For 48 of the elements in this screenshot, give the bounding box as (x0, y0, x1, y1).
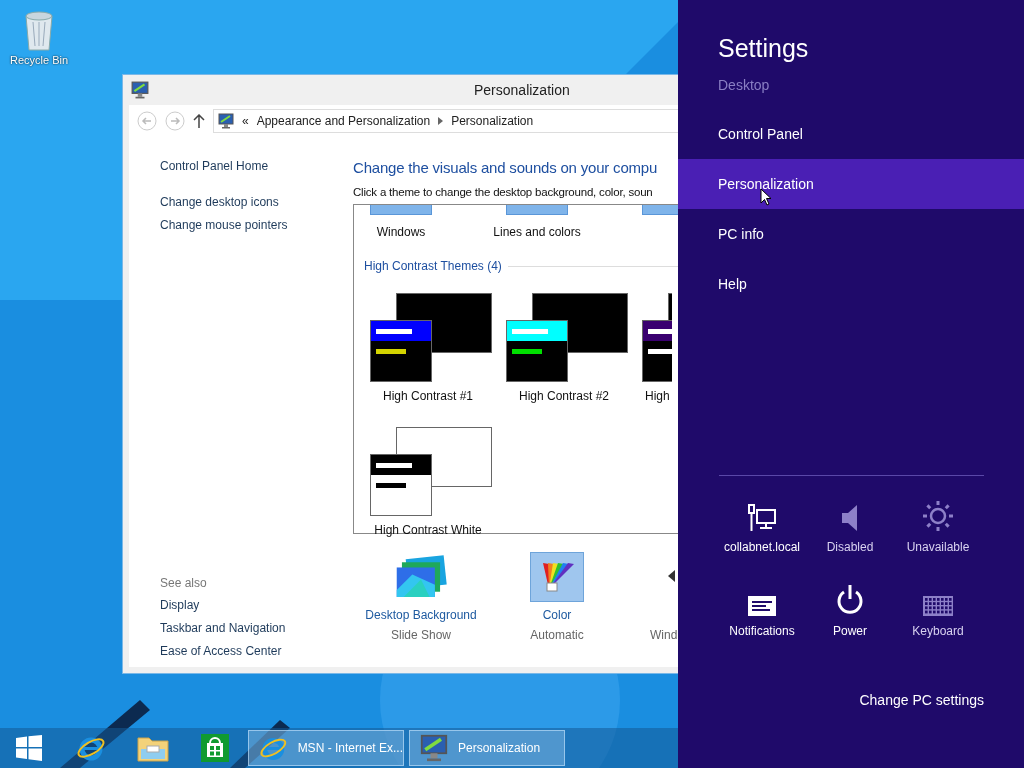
quick-setting-label[interactable]: collabnet.local (723, 540, 801, 554)
theme-label: Windows (376, 225, 426, 239)
see-also-label: See also (160, 576, 208, 590)
setting-link[interactable]: Color (542, 608, 572, 622)
setting-tile[interactable] (530, 552, 584, 602)
theme-label: High Contrast #1 (382, 389, 473, 403)
theme-thumbnail[interactable] (370, 205, 432, 215)
theme-label: High (644, 389, 670, 403)
sidebar-link[interactable]: Change mouse pointers (160, 218, 353, 232)
folder-icon[interactable] (137, 734, 169, 762)
setting-value: Wind (649, 628, 678, 642)
quick-setting-label[interactable]: Power (833, 624, 867, 638)
menu-item[interactable]: Help (678, 259, 1024, 309)
monitor-icon (218, 113, 234, 129)
monitor-icon (131, 81, 149, 99)
setting-value: Automatic (530, 628, 584, 642)
setting-link[interactable]: Desktop Background (365, 608, 477, 622)
panel-subtitle: Desktop (718, 77, 771, 93)
windows-logo-icon[interactable] (16, 735, 42, 761)
theme-label: High Contrast White (374, 523, 482, 537)
theme-thumbnail[interactable] (506, 205, 568, 215)
sidebar-link[interactable]: Taskbar and Navigation (160, 621, 353, 635)
breadcrumb[interactable]: Personalization (451, 114, 534, 128)
page-heading: Change the visuals and sounds on your compu (353, 159, 659, 176)
monitor-icon (420, 734, 448, 762)
menu-item[interactable]: PC info (678, 209, 1024, 259)
description: Click a theme to change the desktop background, color, soun (353, 186, 654, 198)
theme-label: High Contrast #2 (518, 389, 609, 403)
quick-setting-label[interactable]: Notifications (729, 624, 795, 638)
menu-item[interactable]: Control Panel (678, 109, 1024, 159)
chevron-icon (438, 117, 444, 125)
cursor-icon (760, 188, 772, 206)
sidebar-link[interactable]: Change desktop icons (160, 195, 353, 209)
up-arrow-icon[interactable] (193, 114, 205, 128)
sidebar-link[interactable]: Display (160, 598, 353, 612)
setting-value: Slide Show (390, 628, 451, 642)
sidebar-link[interactable]: Ease of Access Center (160, 644, 353, 658)
breadcrumb[interactable]: Appearance and Personalization (256, 114, 431, 128)
panel-title: Settings (718, 34, 810, 63)
breadcrumb-overflow[interactable]: « (242, 114, 249, 128)
theme-label: Lines and colors (493, 225, 581, 239)
address-bar[interactable]: « Appearance and Personalization Personalization (213, 109, 678, 133)
menu-item[interactable]: Personalization (678, 159, 1024, 209)
settings-link[interactable]: Change PC settings (859, 692, 984, 708)
sidebar-link[interactable]: Control Panel Home (160, 159, 353, 173)
window-title: Personalization (474, 82, 570, 98)
group-label: High Contrast Themes (4) (364, 259, 502, 273)
shopping-bag-icon[interactable] (201, 734, 229, 762)
